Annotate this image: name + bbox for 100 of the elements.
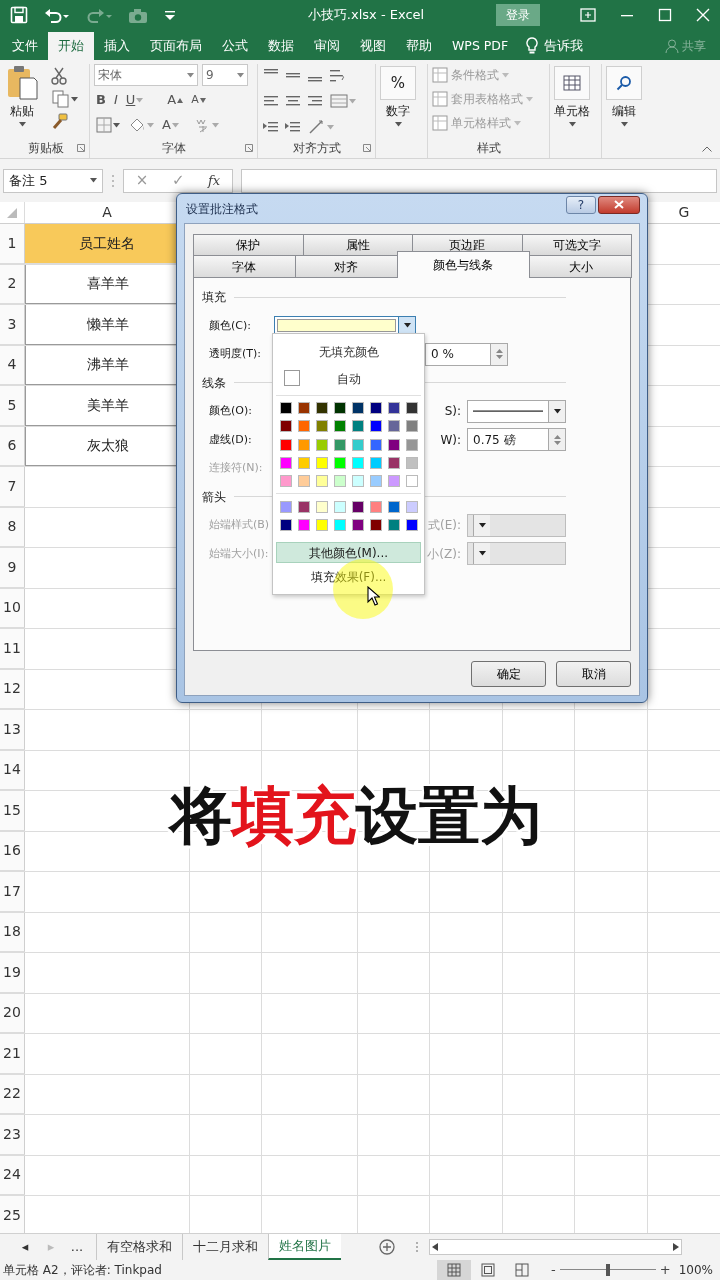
color-swatch[interactable] xyxy=(370,402,382,415)
color-swatch[interactable] xyxy=(280,457,292,470)
menu-tab[interactable]: 开始 xyxy=(48,32,94,60)
more-sheets-button[interactable]: ... xyxy=(64,1237,90,1257)
dialog-tab[interactable]: 颜色与线条 xyxy=(396,251,531,278)
dialog-tab[interactable]: 属性 xyxy=(302,234,413,255)
scroll-left-icon[interactable] xyxy=(432,1243,438,1251)
zoom-out-button[interactable]: - xyxy=(547,1260,560,1280)
font-size-field[interactable]: 9 xyxy=(202,64,248,86)
ok-button[interactable]: 确定 xyxy=(471,661,546,687)
color-swatch[interactable] xyxy=(298,438,310,451)
zoom-in-button[interactable]: + xyxy=(655,1260,675,1280)
close-button[interactable] xyxy=(598,195,640,214)
color-swatch[interactable] xyxy=(352,457,364,470)
row-header[interactable]: 23 xyxy=(0,1115,25,1155)
collapse-ribbon-icon[interactable] xyxy=(702,146,712,152)
color-swatch[interactable] xyxy=(388,518,400,531)
editing-button[interactable]: 编辑 xyxy=(606,64,642,158)
color-swatch[interactable] xyxy=(334,438,346,451)
shrink-font-button[interactable]: A xyxy=(189,91,208,109)
italic-button[interactable]: I xyxy=(111,90,120,110)
cancel-button[interactable]: 取消 xyxy=(556,661,631,687)
horizontal-scrollbar[interactable] xyxy=(429,1239,682,1255)
dialog-launcher-icon[interactable] xyxy=(245,144,253,152)
color-swatch[interactable] xyxy=(352,518,364,531)
color-swatch[interactable] xyxy=(316,438,328,451)
row-header[interactable]: 4 xyxy=(0,345,25,385)
menu-tab[interactable]: 帮助 xyxy=(396,32,442,60)
row-header[interactable]: 18 xyxy=(0,912,25,952)
color-swatch[interactable] xyxy=(406,438,418,451)
color-swatch[interactable] xyxy=(316,500,328,513)
color-swatch[interactable] xyxy=(280,438,292,451)
formula-input[interactable] xyxy=(241,168,717,193)
row-header[interactable]: 19 xyxy=(0,953,25,993)
color-swatch[interactable] xyxy=(298,500,310,513)
color-swatch[interactable] xyxy=(298,518,310,531)
row-header[interactable]: 15 xyxy=(0,791,25,831)
menu-tab[interactable]: 文件 xyxy=(2,32,48,60)
color-swatch[interactable] xyxy=(298,457,310,470)
color-swatch[interactable] xyxy=(388,420,400,433)
color-swatch[interactable] xyxy=(298,402,310,415)
font-color-button[interactable]: A xyxy=(160,115,181,135)
color-swatch[interactable] xyxy=(316,457,328,470)
color-swatch[interactable] xyxy=(334,420,346,433)
color-swatch[interactable] xyxy=(406,475,418,488)
row-header[interactable]: 20 xyxy=(0,993,25,1033)
previous-sheet-button[interactable]: ◂ xyxy=(12,1237,38,1257)
sheet-tab[interactable]: 姓名图片 xyxy=(268,1234,341,1260)
insert-function-button[interactable]: fx xyxy=(204,170,225,191)
cut-icon[interactable] xyxy=(50,67,68,85)
color-swatch[interactable] xyxy=(316,420,328,433)
color-swatch[interactable] xyxy=(316,475,328,488)
row-header[interactable]: 25 xyxy=(0,1196,25,1233)
color-swatch[interactable] xyxy=(406,420,418,433)
underline-button[interactable]: U xyxy=(123,90,146,110)
color-swatch[interactable] xyxy=(370,518,382,531)
dialog-tab[interactable]: 大小 xyxy=(529,255,632,278)
dialog-tab[interactable]: 可选文字 xyxy=(521,234,632,255)
wrap-text-icon[interactable] xyxy=(328,67,346,83)
color-swatch[interactable] xyxy=(370,475,382,488)
color-swatch[interactable] xyxy=(280,402,292,415)
menu-tab[interactable]: 插入 xyxy=(94,32,140,60)
color-swatch[interactable] xyxy=(280,518,292,531)
row-header[interactable]: 3 xyxy=(0,305,25,345)
row-header[interactable]: 14 xyxy=(0,750,25,790)
tell-me-search[interactable]: 告诉我 xyxy=(544,32,584,60)
row-header[interactable]: 7 xyxy=(0,467,25,507)
color-swatch[interactable] xyxy=(280,500,292,513)
dialog-tab[interactable]: 字体 xyxy=(193,255,296,278)
row-header[interactable]: 2 xyxy=(0,264,25,304)
format-painter-icon[interactable] xyxy=(50,113,68,131)
color-swatch[interactable] xyxy=(370,438,382,451)
spin-field[interactable]: 0 % xyxy=(425,342,508,366)
color-swatch[interactable] xyxy=(406,457,418,470)
bold-button[interactable]: B xyxy=(94,90,108,110)
color-swatch[interactable] xyxy=(370,457,382,470)
font-name-field[interactable]: 宋体 xyxy=(94,64,198,86)
color-swatch[interactable] xyxy=(316,402,328,415)
color-swatch[interactable] xyxy=(352,420,364,433)
add-sheet-icon[interactable] xyxy=(379,1239,395,1255)
color-swatch[interactable] xyxy=(370,420,382,433)
customize-icon[interactable] xyxy=(164,9,176,21)
row-header[interactable]: 9 xyxy=(0,548,25,588)
color-swatch[interactable] xyxy=(334,402,346,415)
row-header[interactable]: 11 xyxy=(0,629,25,669)
color-swatch[interactable] xyxy=(352,438,364,451)
slider-thumb[interactable] xyxy=(605,1264,610,1276)
row-header[interactable]: 6 xyxy=(0,426,25,466)
save-icon[interactable] xyxy=(10,6,28,24)
menu-tab[interactable]: 公式 xyxy=(212,32,258,60)
row-header[interactable]: 8 xyxy=(0,507,25,547)
spin-field[interactable]: 0.75 磅 xyxy=(467,428,566,452)
color-swatch[interactable] xyxy=(406,402,418,415)
color-swatch[interactable] xyxy=(388,500,400,513)
row-header[interactable]: 17 xyxy=(0,872,25,912)
color-swatch[interactable] xyxy=(370,500,382,513)
dialog-launcher-icon[interactable] xyxy=(363,144,371,152)
close-icon[interactable] xyxy=(696,8,710,22)
menu-item[interactable]: 无填充颜色 xyxy=(276,338,421,365)
borders-button[interactable] xyxy=(94,117,122,133)
